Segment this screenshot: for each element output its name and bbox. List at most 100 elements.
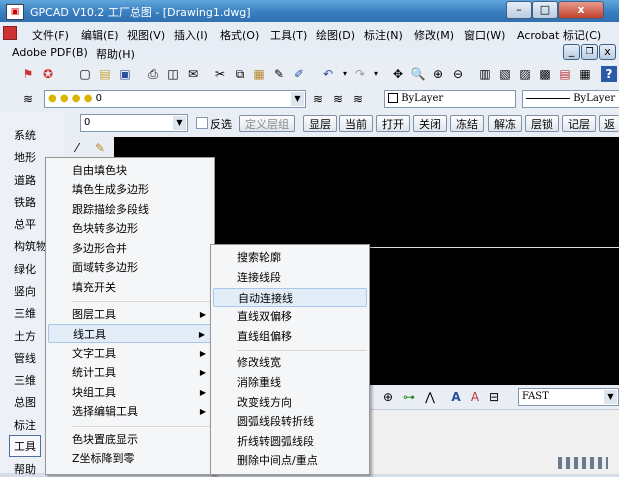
return-layer-button[interactable]: 返	[599, 115, 619, 132]
layer-select-combo[interactable]: 0 ▼	[80, 114, 188, 132]
current-layer-button[interactable]: 当前	[339, 115, 373, 132]
menu-insert[interactable]: 插入(I)	[174, 27, 208, 43]
menu-dimension[interactable]: 标注(N)	[364, 27, 403, 43]
sidebar-item-earthwork[interactable]: 土方	[14, 328, 36, 344]
copy-icon[interactable]: ⧉	[232, 66, 248, 82]
markup-icon[interactable]: ▤	[557, 66, 573, 82]
menu-tools[interactable]: 工具(T)	[270, 27, 307, 43]
maximize-button[interactable]: □	[532, 1, 558, 19]
undo-icon[interactable]: ↶	[320, 66, 336, 82]
app-icon[interactable]: ▣	[6, 4, 24, 20]
thaw-layer-button[interactable]: 解冻	[488, 115, 522, 132]
record-layer-button[interactable]: 记层	[562, 115, 596, 132]
lock-layer-button[interactable]: 层锁	[525, 115, 559, 132]
menu-item-group-offset[interactable]: 直线组偏移	[213, 327, 367, 346]
menu-item-polyline-to-arc[interactable]: 折线转圆弧线段	[213, 432, 367, 451]
menu-format[interactable]: 格式(O)	[220, 27, 259, 43]
menu-item-fill-convert[interactable]: 色块转多边形	[48, 219, 212, 238]
pencil-icon[interactable]: ✎	[92, 140, 108, 156]
doc-minimize-button[interactable]: _	[563, 44, 580, 60]
text-style-icon[interactable]: A	[448, 389, 464, 405]
menu-item-text-tools[interactable]: 文字工具 ▶	[48, 344, 212, 363]
menu-item-free-fill[interactable]: 自由填色块	[48, 161, 212, 180]
tool-palette-icon[interactable]: ▨	[517, 66, 533, 82]
menu-item-search-contour[interactable]: 搜索轮廓	[213, 248, 367, 267]
sidebar-item-3d-2[interactable]: 三维	[14, 372, 36, 388]
menu-item-select-edit-tools[interactable]: 选择编辑工具 ▶	[48, 402, 212, 421]
menu-edit[interactable]: 编辑(E)	[81, 27, 119, 43]
sidebar-item-annotation[interactable]: 标注	[14, 417, 36, 433]
print-icon[interactable]: ⎙	[145, 66, 161, 82]
publish-icon[interactable]: ✉	[185, 66, 201, 82]
menu-adobe-pdf[interactable]: Adobe PDF(B)	[12, 46, 88, 59]
menu-draw[interactable]: 绘图(D)	[316, 27, 355, 43]
sidebar-item-general[interactable]: 总图	[14, 394, 36, 410]
menu-item-z-to-zero[interactable]: Z坐标降到零	[48, 449, 212, 468]
sidebar-item-railway[interactable]: 铁路	[14, 194, 36, 210]
freeze-layer-button[interactable]: 冻结	[450, 115, 484, 132]
match-prop-icon[interactable]: ✎	[271, 66, 287, 82]
cut-icon[interactable]: ✂	[212, 66, 228, 82]
redo-icon[interactable]: ↷	[352, 66, 368, 82]
menu-item-polygon-merge[interactable]: 多边形合并	[48, 239, 212, 258]
menu-file[interactable]: 文件(F)	[32, 27, 69, 43]
menu-help[interactable]: 帮助(H)	[96, 46, 135, 62]
paste-icon[interactable]: ▦	[251, 66, 267, 82]
redo-dropdown-icon[interactable]: ▾	[368, 66, 384, 82]
tool-icon[interactable]: ✪	[40, 66, 56, 82]
sidebar-item-terrain[interactable]: 地形	[14, 149, 36, 165]
menu-item-double-offset[interactable]: 直线双偏移	[213, 307, 367, 326]
doc-restore-button[interactable]: ❐	[581, 44, 598, 60]
minimize-button[interactable]: –	[506, 1, 532, 19]
print-preview-icon[interactable]: ◫	[165, 66, 181, 82]
brush-icon[interactable]: ✐	[291, 66, 307, 82]
menu-item-trace-polyline[interactable]: 跟踪描绘多段线	[48, 200, 212, 219]
menu-item-remove-duplicates[interactable]: 消除重线	[213, 373, 367, 392]
menu-item-modify-width[interactable]: 修改线宽	[213, 353, 367, 372]
sidebar-item-pipeline[interactable]: 管线	[14, 350, 36, 366]
menu-item-arc-to-polyline[interactable]: 圆弧线段转折线	[213, 412, 367, 431]
menu-item-region-convert[interactable]: 面域转多边形	[48, 258, 212, 277]
doc-close-button[interactable]: x	[599, 44, 616, 60]
menu-item-line-tools[interactable]: 线工具 ▶	[48, 324, 212, 343]
sidebar-item-greening[interactable]: 绿化	[14, 261, 36, 277]
properties-icon[interactable]: ▥	[477, 66, 493, 82]
show-layer-button[interactable]: 显层	[303, 115, 337, 132]
menu-acrobat[interactable]: Acrobat 标记(C)	[517, 27, 601, 43]
menu-item-fill-toggle[interactable]: 填充开关	[48, 278, 212, 297]
polar-icon[interactable]: ⋀	[422, 389, 438, 405]
line-icon[interactable]: ⁄	[69, 140, 85, 156]
zoom-realtime-icon[interactable]: 🔍	[410, 66, 426, 82]
edit-text-icon[interactable]: A	[467, 389, 483, 405]
design-center-icon[interactable]: ▧	[497, 66, 513, 82]
zoom-window-icon[interactable]: ⊕	[430, 66, 446, 82]
linetype-combo[interactable]: ByLayer	[522, 90, 619, 108]
menu-item-layer-tools[interactable]: 图层工具 ▶	[48, 305, 212, 324]
define-layer-group-button[interactable]: 定义层组	[239, 115, 295, 132]
menu-item-fill-to-polygon[interactable]: 填色生成多边形	[48, 180, 212, 199]
undo-dropdown-icon[interactable]: ▾	[337, 66, 353, 82]
calculator-icon[interactable]: ▦	[577, 66, 593, 82]
menu-view[interactable]: 视图(V)	[127, 27, 165, 43]
snap-icon[interactable]: ⊕	[380, 389, 396, 405]
command-area[interactable]	[368, 409, 619, 474]
color-combo[interactable]: ByLayer	[384, 90, 516, 108]
open-layer-button[interactable]: 打开	[376, 115, 410, 132]
menu-item-connect-segments[interactable]: 连接线段	[213, 268, 367, 287]
doc-icon[interactable]	[3, 26, 17, 40]
sidebar-item-structures[interactable]: 构筑物	[14, 238, 47, 254]
reverse-checkbox[interactable]	[196, 117, 208, 129]
osnap-icon[interactable]: ⊶	[401, 389, 417, 405]
new-file-icon[interactable]: ▢	[77, 66, 93, 82]
menu-item-fill-bottom[interactable]: 色块置底显示	[48, 430, 212, 449]
app-logo-icon[interactable]: ⚑	[20, 66, 36, 82]
sidebar-item-system[interactable]: 系统	[14, 127, 36, 143]
menu-window[interactable]: 窗口(W)	[464, 27, 505, 43]
layer-state-icon[interactable]: ≋	[350, 91, 366, 107]
sidebar-item-vertical[interactable]: 竖向	[14, 283, 36, 299]
sidebar-item-general-plan[interactable]: 总平	[14, 216, 36, 232]
help-icon[interactable]: ?	[601, 66, 617, 82]
make-current-icon[interactable]: ≋	[310, 91, 326, 107]
pan-icon[interactable]: ✥	[390, 66, 406, 82]
close-button[interactable]: x	[558, 1, 604, 19]
